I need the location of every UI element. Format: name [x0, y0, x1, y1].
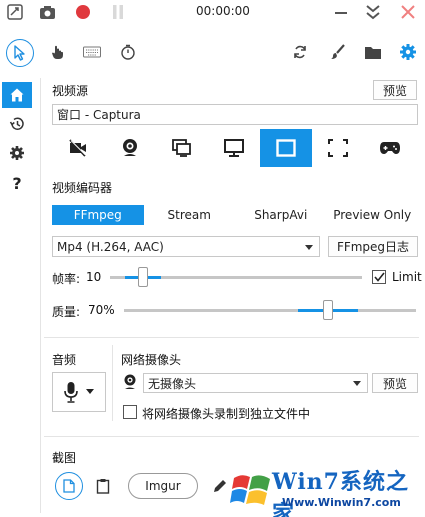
file-icon — [63, 479, 75, 493]
capture-icon[interactable] — [6, 3, 24, 21]
slider-track — [124, 309, 416, 312]
pencil-icon[interactable] — [212, 478, 228, 497]
audio-source-button[interactable] — [52, 372, 106, 412]
webcam-value: 无摄像头 — [148, 376, 197, 391]
minimize-icon[interactable] — [332, 3, 350, 21]
ffmpeg-log-button[interactable]: FFmpeg日志 — [328, 236, 418, 257]
tab-sharpavi[interactable]: SharpAvi — [235, 205, 327, 225]
title-bar: 00:00:00 — [0, 0, 425, 24]
source-window[interactable] — [260, 129, 312, 167]
source-webcam[interactable] — [104, 129, 156, 167]
refresh-icon[interactable] — [288, 40, 312, 64]
separate-file-checkbox[interactable] — [123, 405, 137, 419]
side-nav: ? — [0, 82, 36, 512]
source-gamepad[interactable] — [364, 129, 416, 167]
multi-screen-icon — [172, 139, 191, 157]
framerate-label: 帧率: — [52, 272, 81, 286]
source-monitor[interactable] — [208, 129, 260, 167]
webcam-title: 网络摄像头 — [121, 353, 182, 367]
watermark: Win7系统之家 Www.Winwin7.com — [228, 460, 425, 517]
region-icon — [328, 139, 348, 157]
watermark-logo-text: Win7系统之家 — [272, 469, 409, 517]
divider — [112, 345, 113, 421]
webcam-icon — [123, 139, 137, 156]
save-to-disk-toggle[interactable] — [55, 472, 83, 500]
no-video-icon — [69, 139, 86, 157]
nav-settings[interactable] — [4, 140, 30, 166]
settings-icon — [10, 146, 24, 160]
window-icon — [276, 139, 296, 157]
history-icon — [9, 117, 24, 130]
folder-icon[interactable] — [361, 40, 385, 64]
webcam-preview-button[interactable]: 预览 — [372, 373, 418, 393]
webcam-dropdown[interactable]: 无摄像头 — [143, 373, 368, 393]
nav-help[interactable]: ? — [4, 170, 30, 196]
keyboard-icon[interactable] — [80, 40, 104, 64]
slider-thumb[interactable] — [323, 300, 333, 320]
collapse-icon[interactable] — [364, 3, 382, 21]
monitor-icon — [224, 139, 244, 157]
codec-value: Mp4 (H.264, AAC) — [57, 239, 164, 254]
chevron-down-icon — [305, 244, 313, 250]
chevron-down-icon — [86, 389, 94, 394]
close-icon[interactable] — [399, 3, 417, 21]
pause-icon[interactable] — [109, 3, 127, 21]
record-icon[interactable] — [74, 3, 92, 21]
video-source-field[interactable]: 窗口 - Captura — [52, 104, 418, 125]
video-source-preview-button[interactable]: 预览 — [373, 80, 417, 100]
video-source-selector — [52, 129, 418, 167]
divider — [44, 436, 419, 437]
screenshot-icon[interactable] — [38, 3, 56, 21]
separate-file-label: 将网络摄像头录制到独立文件中 — [142, 407, 311, 421]
settings-icon[interactable] — [396, 40, 420, 64]
chevron-down-icon — [353, 381, 361, 386]
nav-history[interactable] — [4, 111, 30, 137]
limit-label: Limit — [392, 270, 422, 284]
limit-checkbox[interactable] — [372, 270, 386, 284]
quality-label: 质量: — [52, 305, 81, 319]
gamepad-icon — [380, 142, 400, 154]
framerate-slider[interactable] — [110, 266, 362, 290]
quality-slider[interactable] — [124, 299, 416, 323]
recording-timer: 00:00:00 — [196, 4, 250, 18]
quality-value: 70% — [88, 303, 115, 317]
watermark-url: Www.Winwin7.com — [282, 496, 401, 509]
framerate-value: 10 — [86, 270, 102, 284]
source-multi-screen[interactable] — [156, 129, 208, 167]
tab-stream[interactable]: Stream — [144, 205, 236, 225]
hand-icon[interactable] — [46, 40, 70, 64]
home-icon — [10, 88, 24, 102]
slider-thumb[interactable] — [138, 267, 148, 287]
source-region[interactable] — [312, 129, 364, 167]
tab-preview-only[interactable]: Preview Only — [327, 205, 419, 225]
video-source-title: 视频源 — [52, 84, 89, 98]
brush-icon[interactable] — [326, 40, 350, 64]
audio-title: 音频 — [52, 353, 77, 367]
timer-icon[interactable] — [116, 40, 140, 64]
windows-logo-icon — [230, 475, 270, 505]
tab-ffmpeg[interactable]: FFmpeg — [52, 205, 144, 225]
microphone-icon — [64, 382, 78, 403]
codec-dropdown[interactable]: Mp4 (H.264, AAC) — [52, 236, 320, 257]
sidebar-divider — [40, 78, 41, 513]
clipboard-icon[interactable] — [96, 478, 110, 497]
divider — [44, 337, 419, 338]
encoder-tabs: FFmpeg Stream SharpAvi Preview Only — [52, 205, 418, 225]
toolbar — [0, 32, 425, 76]
checkmark-icon — [373, 272, 385, 282]
screenshot-title: 截图 — [52, 451, 77, 465]
help-icon: ? — [12, 173, 22, 193]
webcam-icon — [123, 374, 137, 393]
video-encoder-title: 视频编码器 — [52, 181, 113, 195]
imgur-button[interactable]: Imgur — [128, 473, 198, 499]
source-no-video[interactable] — [52, 129, 104, 167]
nav-home[interactable] — [2, 82, 32, 108]
